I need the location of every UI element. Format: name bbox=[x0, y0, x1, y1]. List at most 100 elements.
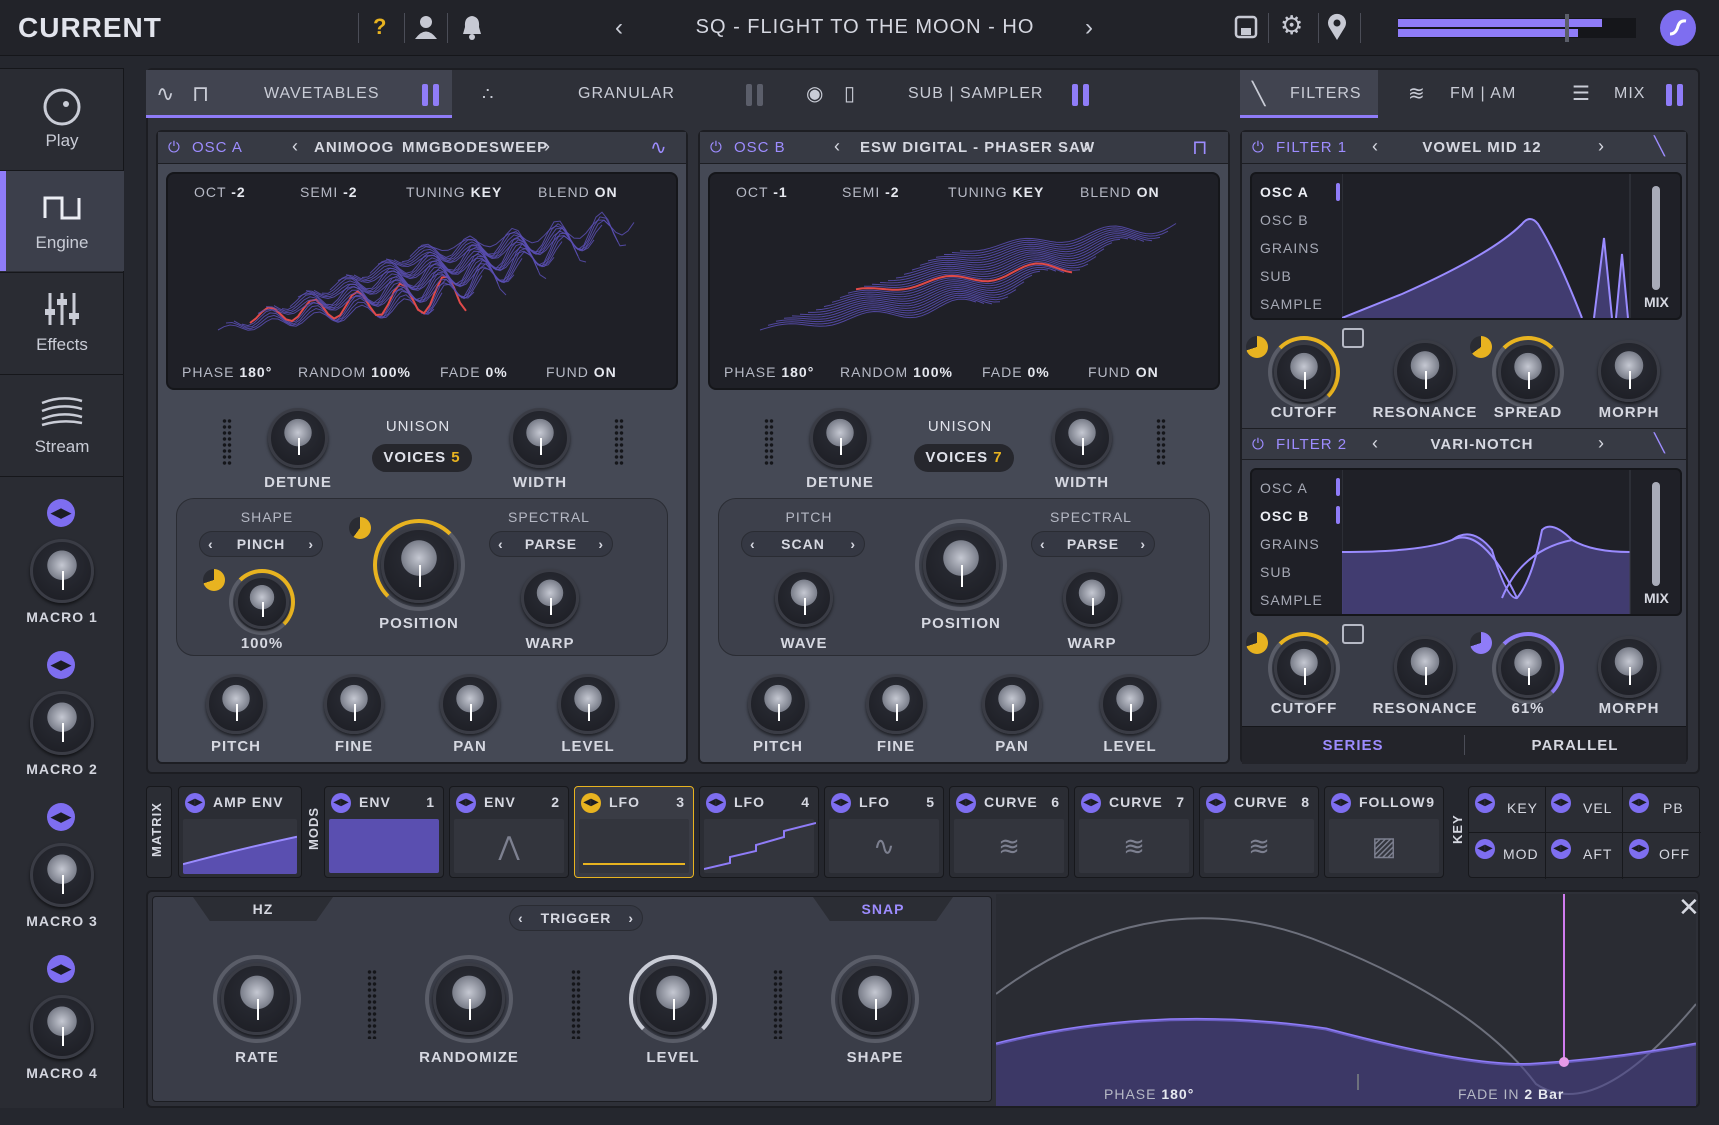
key-source-pb[interactable]: PB bbox=[1663, 800, 1684, 816]
power-icon[interactable]: ⏻ bbox=[1252, 436, 1265, 453]
random-readout[interactable]: RANDOM 100% bbox=[840, 364, 953, 380]
source-grains[interactable]: GRAINS bbox=[1260, 530, 1323, 558]
fund-readout[interactable]: FUND ON bbox=[1088, 364, 1159, 380]
mod-link-icon[interactable]: ◀▶ bbox=[831, 793, 851, 813]
mod-link-icon[interactable]: ◀▶ bbox=[1206, 793, 1226, 813]
filter-2-display[interactable]: OSC A OSC B GRAINS SUB SAMPLE MIX bbox=[1250, 468, 1682, 616]
mod-slot-amp-env[interactable]: ◀▶ AMP ENV bbox=[178, 786, 302, 878]
tab-fm-am[interactable]: ≋ FM | AM bbox=[1404, 70, 1544, 118]
prev-filter-type-button[interactable]: ‹ bbox=[1372, 433, 1379, 454]
level-knob[interactable] bbox=[558, 674, 618, 734]
mod-slot-lfo-3[interactable]: ◀▶ LFO 3 bbox=[574, 786, 694, 878]
fine-knob[interactable] bbox=[324, 674, 384, 734]
warp-knob[interactable] bbox=[521, 569, 579, 627]
macro-3-knob[interactable] bbox=[30, 843, 94, 907]
oct-readout[interactable]: OCT -1 bbox=[736, 184, 788, 200]
filter-type[interactable]: VOWEL MID 12 bbox=[1392, 139, 1572, 156]
mod-link-icon[interactable]: ◀▶ bbox=[706, 793, 726, 813]
keytrack-icon[interactable] bbox=[1342, 328, 1364, 348]
tuning-readout[interactable]: TUNING KEY bbox=[406, 184, 502, 200]
prev-filter-type-button[interactable]: ‹ bbox=[1372, 136, 1379, 157]
pitch-mode-selector[interactable]: ‹ SCAN › bbox=[741, 531, 865, 557]
question-icon[interactable]: ? bbox=[373, 14, 386, 40]
keytrack-icon[interactable] bbox=[1342, 624, 1364, 644]
key-source-aft[interactable]: AFT bbox=[1583, 846, 1612, 862]
enable-toggle-icon[interactable] bbox=[746, 84, 764, 106]
fade-readout[interactable]: FADE 0% bbox=[982, 364, 1050, 380]
random-readout[interactable]: RANDOM 100% bbox=[298, 364, 411, 380]
snap-toggle[interactable]: SNAP bbox=[813, 897, 953, 921]
lfo-waveform-display[interactable] bbox=[996, 894, 1696, 1106]
position-knob[interactable] bbox=[381, 527, 457, 603]
mod-link-icon[interactable]: ◀▶ bbox=[1551, 839, 1571, 859]
tab-granular[interactable]: ∴ GRANULAR bbox=[466, 70, 776, 118]
sine-icon[interactable]: ∿ bbox=[650, 135, 668, 160]
width-knob[interactable] bbox=[1052, 408, 1112, 468]
pan-knob[interactable] bbox=[982, 674, 1042, 734]
fund-readout[interactable]: FUND ON bbox=[546, 364, 617, 380]
series-button[interactable]: SERIES bbox=[1242, 737, 1464, 754]
cutoff-knob[interactable] bbox=[1274, 638, 1334, 698]
mod-link-icon[interactable]: ◀▶ bbox=[1629, 839, 1649, 859]
source-osc-b[interactable]: OSC B bbox=[1260, 502, 1323, 530]
drag-handle[interactable] bbox=[222, 418, 232, 466]
mod-link-icon[interactable]: ◀▶ bbox=[1081, 793, 1101, 813]
mod-slot-env-1[interactable]: ◀▶ ENV 1 bbox=[324, 786, 444, 878]
spread-knob[interactable] bbox=[1498, 342, 1558, 402]
drag-handle[interactable] bbox=[571, 969, 581, 1039]
level-knob[interactable] bbox=[637, 963, 709, 1035]
semi-readout[interactable]: SEMI -2 bbox=[842, 184, 900, 200]
filter-curve-icon[interactable]: ╲ bbox=[1654, 433, 1666, 454]
macro-link-icon[interactable]: ◀▶ bbox=[47, 803, 75, 831]
mod-indicator-icon[interactable] bbox=[1470, 336, 1492, 358]
mod-link-icon[interactable]: ◀▶ bbox=[331, 793, 351, 813]
source-osc-a[interactable]: OSC A bbox=[1260, 178, 1323, 206]
spread-knob[interactable] bbox=[1498, 638, 1558, 698]
spectral-selector[interactable]: ‹ PARSE › bbox=[1031, 531, 1155, 557]
power-icon[interactable]: ⏻ bbox=[168, 139, 181, 156]
mod-indicator-icon[interactable] bbox=[203, 569, 225, 591]
lfo-phase-readout[interactable]: PHASE 180° bbox=[1104, 1086, 1194, 1102]
fine-knob[interactable] bbox=[866, 674, 926, 734]
randomize-knob[interactable] bbox=[433, 963, 505, 1035]
mod-slot-curve-7[interactable]: ◀▶ CURVE 7 ≋ bbox=[1074, 786, 1194, 878]
macro-link-icon[interactable]: ◀▶ bbox=[47, 499, 75, 527]
sidebar-item-stream[interactable]: Stream bbox=[0, 375, 124, 475]
pitch-knob[interactable] bbox=[206, 674, 266, 734]
semi-readout[interactable]: SEMI -2 bbox=[300, 184, 358, 200]
spectral-selector[interactable]: ‹ PARSE › bbox=[489, 531, 613, 557]
power-icon[interactable]: ⏻ bbox=[710, 139, 723, 156]
user-icon[interactable] bbox=[414, 14, 438, 40]
drag-handle[interactable] bbox=[614, 418, 624, 466]
voices-pill[interactable]: VOICES 5 bbox=[372, 444, 472, 472]
filter-2-mix-slider[interactable] bbox=[1652, 482, 1660, 586]
mod-link-icon[interactable]: ◀▶ bbox=[1475, 839, 1495, 859]
square-wave-icon[interactable]: ⊓ bbox=[1192, 135, 1209, 160]
wave-knob[interactable] bbox=[775, 569, 833, 627]
mod-link-icon[interactable]: ◀▶ bbox=[1331, 793, 1351, 813]
warp-knob[interactable] bbox=[1063, 569, 1121, 627]
close-icon[interactable]: ✕ bbox=[1678, 892, 1700, 923]
oct-readout[interactable]: OCT -2 bbox=[194, 184, 246, 200]
drag-handle[interactable] bbox=[773, 969, 783, 1039]
mod-indicator-icon[interactable] bbox=[1246, 632, 1268, 654]
source-sample[interactable]: SAMPLE bbox=[1260, 290, 1323, 318]
drag-handle[interactable] bbox=[764, 418, 774, 466]
mod-slot-env-2[interactable]: ◀▶ ENV 2 ⋀ bbox=[449, 786, 569, 878]
mod-link-icon[interactable]: ◀▶ bbox=[185, 793, 205, 813]
key-source-key[interactable]: KEY bbox=[1507, 800, 1538, 816]
mod-link-icon[interactable]: ◀▶ bbox=[956, 793, 976, 813]
macro-4-knob[interactable] bbox=[30, 995, 94, 1059]
prev-wavetable-button[interactable]: ‹ bbox=[292, 136, 299, 157]
enable-toggle-icon[interactable] bbox=[1666, 84, 1684, 106]
wavetable-display[interactable]: OCT -1 SEMI -2 TUNING KEY BLEND ON PHASE… bbox=[708, 172, 1220, 390]
gear-icon[interactable]: ⚙ bbox=[1280, 10, 1303, 41]
mod-slot-curve-6[interactable]: ◀▶ CURVE 6 ≋ bbox=[949, 786, 1069, 878]
filter-1-mix-slider[interactable] bbox=[1652, 186, 1660, 290]
phase-readout[interactable]: PHASE 180° bbox=[724, 364, 814, 380]
sidebar-item-play[interactable]: Play bbox=[0, 69, 124, 169]
tab-filters[interactable]: ╲ FILTERS bbox=[1240, 70, 1378, 118]
cutoff-knob[interactable] bbox=[1274, 342, 1334, 402]
shape-knob[interactable] bbox=[839, 963, 911, 1035]
mod-link-icon[interactable]: ◀▶ bbox=[581, 793, 601, 813]
